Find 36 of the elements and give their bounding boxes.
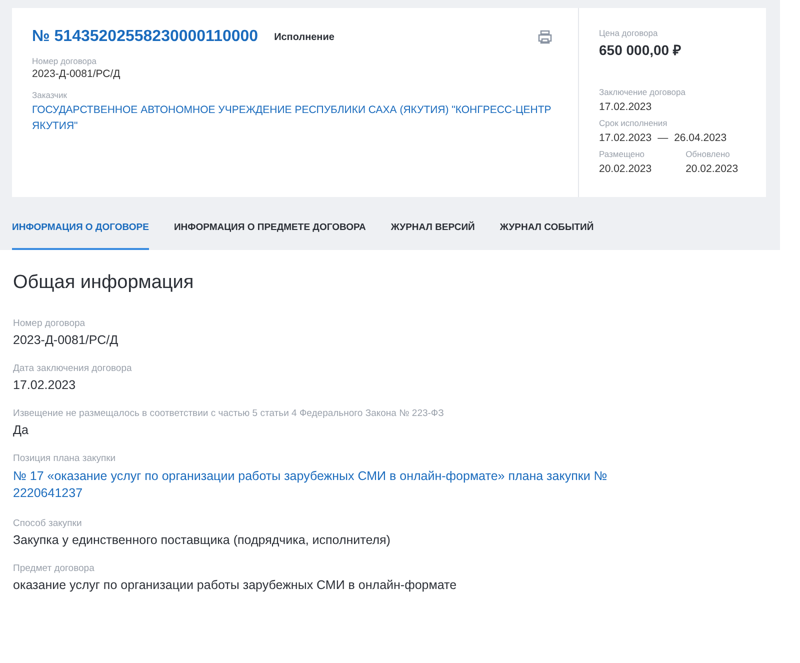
placed-label: Размещено [599,149,646,159]
plan-position-link[interactable]: № 17 «оказание услуг по организации работы зарубежных СМИ в онлайн-формате» плана закупки № 2220641237 [13,468,633,502]
term-end: 26.04.2023 [674,132,727,144]
field-value: 17.02.2023 [13,378,77,392]
tab[interactable]: ЖУРНАЛ ВЕРСИЙ [390,222,475,248]
updated-date: 20.02.2023 [686,163,738,175]
conclusion-date: 17.02.2023 [599,101,653,113]
customer-link[interactable]: ГОСУДАРСТВЕННОЕ АВТОНОМНОЕ УЧРЕЖДЕНИЕ РЕСПУБЛИКИ САХА (ЯКУТИЯ) "КОНГРЕСС-ЦЕНТР ЯКУТИЯ" [32,102,558,135]
field-label: Номер договора [32,56,98,66]
field-label: Номер договора [13,318,86,329]
term-dash: — [658,132,668,144]
field-value: Закупка у единственного поставщика (подрядчика, исполнителя) [13,532,392,547]
field-label: Дата заключения договора [13,363,133,374]
status-label: Исполнение [274,32,334,42]
field-label: Заказчик [32,90,68,100]
price-value: 650 000,00 ₽ [599,41,682,59]
field-value: Да [13,423,30,437]
field-value: 2023-Д-0081/РС/Д [32,68,122,80]
placed-date: 20.02.2023 [599,163,652,175]
tab[interactable]: ЖУРНАЛ СОБЫТИЙ [500,222,594,248]
section-title: Общая информация [13,272,195,294]
tab[interactable]: ИНФОРМАЦИЯ О ПРЕДМЕТЕ ДОГОВОРА [174,222,366,248]
price-label: Цена договора [599,28,659,38]
tab[interactable]: ИНФОРМАЦИЯ О ДОГОВОРЕ [12,222,149,250]
field-value: 2023-Д-0081/РС/Д [13,333,120,347]
contract-number: № 51435202558230000110000 [32,28,258,46]
field-label: Позиция плана закупки [13,453,117,464]
conclusion-label: Заключение договора [599,87,686,97]
field-label: Предмет договора [13,562,96,574]
field-label: Способ закупки [13,518,83,529]
term-start: 17.02.2023 [599,132,652,144]
term-label: Срок исполнения [599,118,668,128]
print-icon[interactable] [538,30,552,44]
field-value: оказание услуг по организации работы зарубежных СМИ в онлайн-формате [13,578,458,592]
field-label: Извещение не размещалось в соответствии с частью 5 статьи 4 Федерального Закона № 223-ФЗ [13,408,445,419]
updated-label: Обновлено [686,149,731,159]
